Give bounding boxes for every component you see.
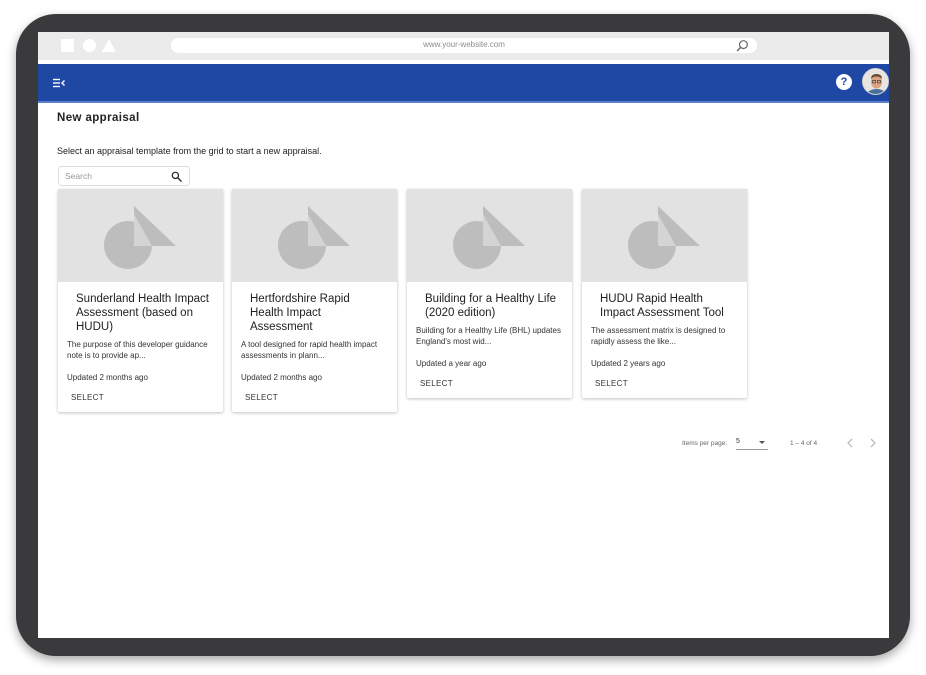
card-title: Building for a Healthy Life (2020 editio… (425, 293, 557, 319)
card-image (407, 189, 572, 282)
instructions-text: Select an appraisal template from the gr… (57, 146, 322, 156)
page-title: New appraisal (57, 112, 140, 124)
browser-toolbar: www.your-website.com (38, 32, 889, 60)
template-card[interactable]: Sunderland Health Impact Assessment (bas… (58, 189, 223, 412)
search-input[interactable] (65, 170, 165, 182)
card-updated: Updated 2 years ago (591, 359, 666, 368)
card-updated: Updated 2 months ago (241, 373, 322, 382)
card-title: Sunderland Health Impact Assessment (bas… (76, 293, 209, 333)
image-placeholder-icon (453, 206, 525, 269)
template-card[interactable]: Building for a Healthy Life (2020 editio… (407, 189, 572, 398)
select-button[interactable]: SELECT (245, 393, 397, 402)
square-shape-icon (61, 39, 74, 52)
search-field[interactable] (58, 166, 190, 186)
card-image (58, 189, 223, 282)
triangle-shape-icon (102, 39, 116, 52)
url-text: www.your-website.com (423, 40, 505, 49)
card-updated: Updated a year ago (416, 359, 487, 368)
items-per-page-label: Items per page: (682, 440, 728, 447)
card-description: The purpose of this developer guidance n… (67, 340, 208, 360)
select-button[interactable]: SELECT (71, 393, 223, 402)
image-placeholder-icon (278, 206, 350, 269)
avatar[interactable] (862, 68, 889, 95)
dropdown-arrow-icon (759, 441, 765, 444)
user-avatar-icon (863, 69, 888, 94)
select-button[interactable]: SELECT (595, 379, 747, 388)
template-card[interactable]: Hertfordshire Rapid Health Impact Assess… (232, 189, 397, 412)
circle-shape-icon (83, 39, 96, 52)
chevron-right-icon[interactable] (868, 437, 878, 449)
card-description: Building for a Healthy Life (BHL) update… (416, 326, 561, 346)
card-image (582, 189, 747, 282)
screen: www.your-website.com ? New appraisal Sel… (38, 32, 889, 638)
template-card[interactable]: HUDU Rapid Health Impact Assessment Tool… (582, 189, 747, 398)
image-placeholder-icon (104, 206, 176, 269)
select-button[interactable]: SELECT (420, 379, 572, 388)
chevron-left-icon[interactable] (845, 437, 855, 449)
card-title: Hertfordshire Rapid Health Impact Assess… (250, 293, 350, 333)
app-header: ? (38, 64, 889, 103)
browser-search-icon[interactable] (736, 39, 749, 52)
page-range: 1 – 4 of 4 (790, 440, 818, 447)
address-bar[interactable]: www.your-website.com (171, 38, 757, 53)
card-title: HUDU Rapid Health Impact Assessment Tool (600, 293, 724, 319)
card-updated: Updated 2 months ago (67, 373, 148, 382)
search-icon[interactable] (171, 171, 182, 182)
help-icon[interactable]: ? (836, 74, 852, 90)
card-image (232, 189, 397, 282)
image-placeholder-icon (628, 206, 700, 269)
card-description: A tool designed for rapid health impact … (241, 340, 378, 360)
menu-collapse-icon[interactable] (52, 76, 66, 90)
card-description: The assessment matrix is designed to rap… (591, 326, 726, 346)
items-per-page-select[interactable]: 5 (736, 438, 768, 450)
items-per-page-value: 5 (736, 438, 740, 445)
